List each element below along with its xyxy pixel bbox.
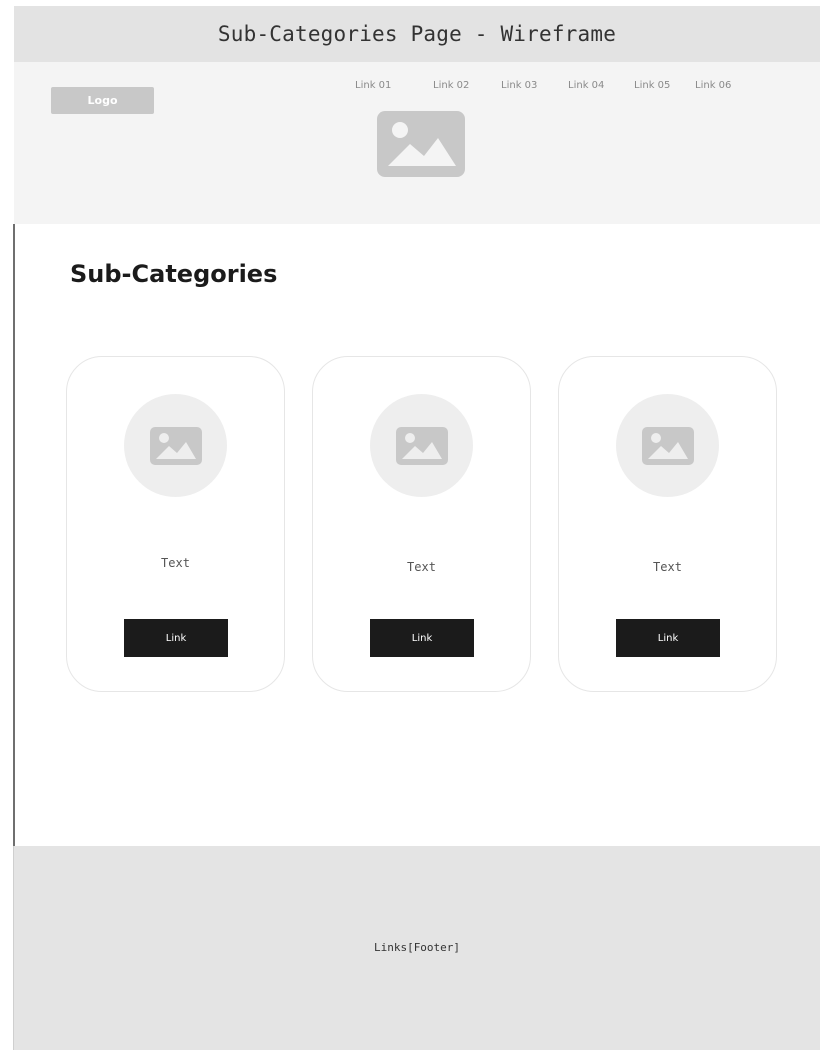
card-link-label: Link bbox=[657, 632, 679, 644]
nav-link-05[interactable]: Link 05 bbox=[634, 80, 695, 96]
card-text: Text bbox=[161, 556, 190, 570]
logo-label: Logo bbox=[87, 94, 118, 107]
card-link-label: Link bbox=[165, 632, 187, 644]
image-icon bbox=[641, 426, 694, 465]
footer-left-border bbox=[13, 846, 14, 1050]
card-text: Text bbox=[407, 560, 436, 574]
site-footer: Links[Footer] bbox=[14, 846, 820, 1050]
wireframe-title-bar: Sub-Categories Page - Wireframe bbox=[14, 6, 820, 62]
wireframe-title: Sub-Categories Page - Wireframe bbox=[217, 22, 617, 46]
main-nav: Link 01 Link 02 Link 03 Link 04 Link 05 … bbox=[355, 80, 745, 96]
card-image bbox=[124, 394, 227, 497]
nav-link-01[interactable]: Link 01 bbox=[355, 80, 433, 96]
wireframe-page: Sub-Categories Page - Wireframe Logo Lin… bbox=[0, 0, 820, 1050]
site-header: Logo Link 01 Link 02 Link 03 Link 04 Lin… bbox=[14, 62, 820, 224]
category-card-1: Text Link bbox=[66, 356, 285, 692]
nav-link-02[interactable]: Link 02 bbox=[433, 80, 501, 96]
image-icon bbox=[149, 426, 202, 465]
category-card-2: Text Link bbox=[312, 356, 531, 692]
nav-link-06[interactable]: Link 06 bbox=[695, 80, 745, 96]
card-link-button[interactable]: Link bbox=[616, 619, 720, 657]
page-title: Sub-Categories bbox=[70, 260, 278, 288]
page-left-border bbox=[13, 224, 15, 846]
card-link-label: Link bbox=[411, 632, 433, 644]
nav-link-04[interactable]: Link 04 bbox=[568, 80, 634, 96]
image-icon bbox=[395, 426, 448, 465]
image-icon bbox=[377, 111, 465, 177]
card-link-button[interactable]: Link bbox=[124, 619, 228, 657]
footer-links[interactable]: Links[Footer] bbox=[14, 941, 820, 954]
nav-link-03[interactable]: Link 03 bbox=[501, 80, 568, 96]
card-image bbox=[370, 394, 473, 497]
card-link-button[interactable]: Link bbox=[370, 619, 474, 657]
card-image bbox=[616, 394, 719, 497]
card-text: Text bbox=[653, 560, 682, 574]
category-card-3: Text Link bbox=[558, 356, 777, 692]
logo[interactable]: Logo bbox=[51, 87, 154, 114]
